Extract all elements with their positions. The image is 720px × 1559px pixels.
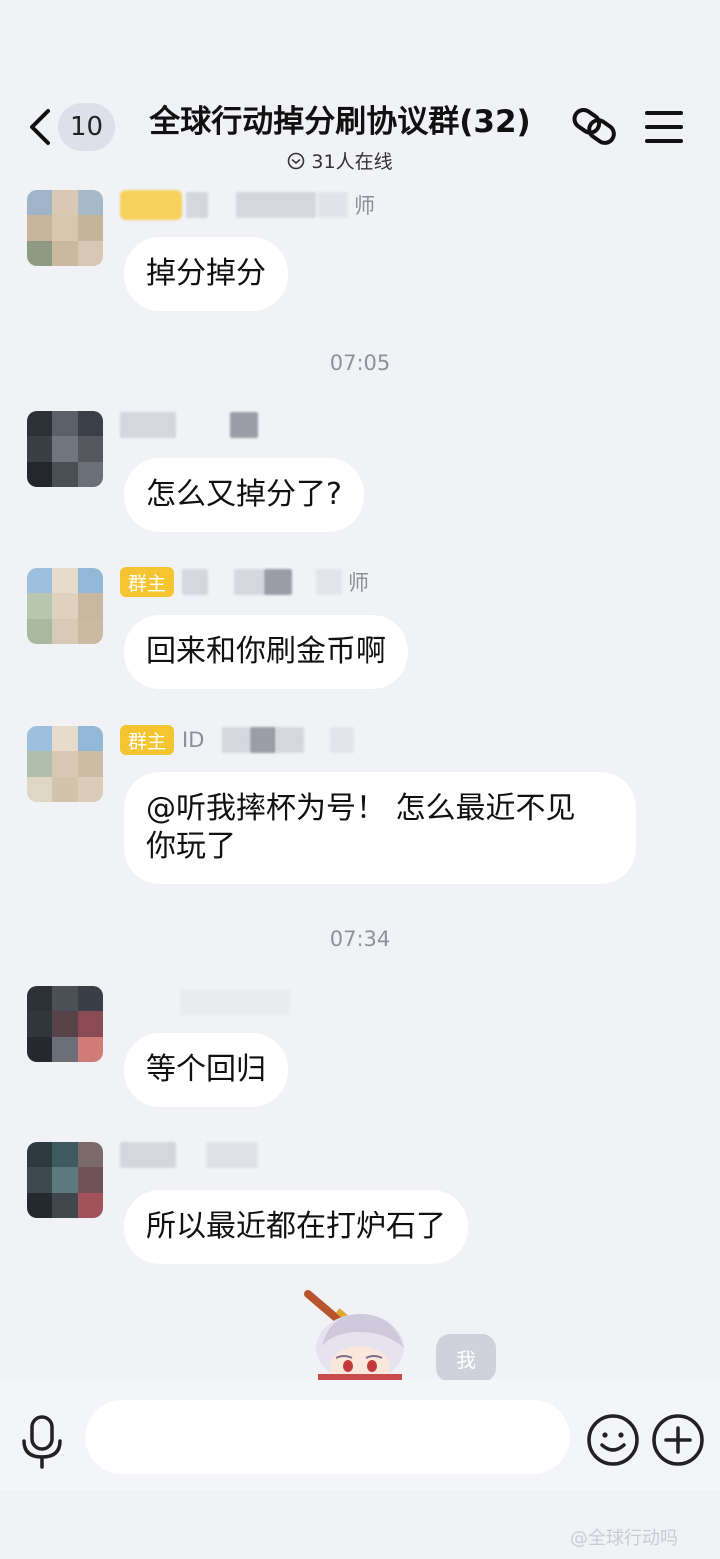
group-owner-tag: 群主: [120, 567, 175, 597]
mic-icon[interactable]: [18, 1413, 66, 1469]
unread-count-badge: 10: [58, 103, 116, 151]
message-bubble[interactable]: 等个回归: [124, 1033, 288, 1107]
sender-name: 群主 师: [120, 565, 369, 599]
online-status: 31人在线: [130, 147, 550, 174]
avatar[interactable]: [27, 986, 103, 1062]
sender-name-suffix: 师: [348, 571, 370, 595]
sender-name: [120, 1138, 258, 1172]
emoji-icon[interactable]: [586, 1413, 640, 1467]
sender-name-prefix: ID: [182, 728, 205, 752]
message-bubble[interactable]: 回来和你刷金币啊: [124, 615, 408, 689]
link-icon[interactable]: [568, 104, 622, 150]
message-text-line: @听我摔杯为号！ 怎么最近不见: [146, 791, 576, 826]
message-bubble[interactable]: 掉分掉分: [124, 237, 288, 311]
avatar[interactable]: [27, 568, 103, 644]
sender-name: 群主 ID: [120, 723, 355, 757]
sender-name: [120, 985, 290, 1019]
sender-name: [120, 408, 258, 442]
timestamp: 07:34: [329, 927, 391, 951]
sticker-image[interactable]: [300, 1288, 440, 1380]
avatar[interactable]: [27, 190, 103, 266]
back-chevron-icon: [30, 109, 50, 145]
watermark: @全球行动吗: [570, 1528, 678, 1549]
menu-icon[interactable]: [644, 108, 684, 146]
chat-header: 10 全球行动掉分刷协议群(32) 31人在线: [0, 0, 720, 180]
input-bar: [0, 1380, 720, 1490]
timestamp: 07:05: [329, 351, 391, 375]
avatar[interactable]: [27, 726, 103, 802]
chat-title-area[interactable]: 全球行动掉分刷协议群(32) 31人在线: [130, 96, 550, 174]
back-button[interactable]: 10: [26, 100, 116, 154]
sender-name: 师: [120, 188, 375, 222]
message-input[interactable]: [85, 1400, 570, 1474]
character-sticker-icon: [304, 1290, 404, 1380]
online-status-label: 31人在线: [311, 151, 393, 173]
message-bubble[interactable]: @听我摔杯为号！ 怎么最近不见 你玩了: [124, 772, 636, 884]
group-title: 全球行动掉分刷协议群(32): [149, 104, 531, 140]
sender-name-suffix: 师: [354, 194, 375, 218]
me-label: 我: [436, 1334, 496, 1382]
group-owner-tag: 群主: [120, 725, 175, 755]
message-bubble[interactable]: 怎么又掉分了?: [124, 458, 364, 532]
avatar[interactable]: [27, 1142, 103, 1218]
message-bubble[interactable]: 所以最近都在打炉石了: [124, 1190, 468, 1264]
plus-icon[interactable]: [651, 1413, 705, 1467]
message-text-line: 你玩了: [146, 829, 236, 864]
online-check-icon: [288, 152, 305, 169]
avatar[interactable]: [27, 411, 103, 487]
